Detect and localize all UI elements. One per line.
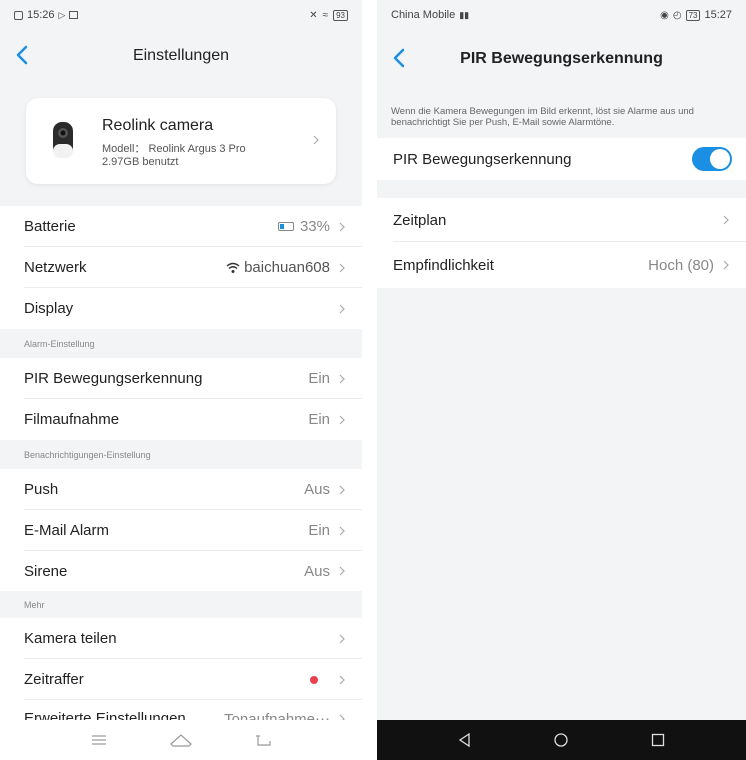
battery-value: 33% [299,218,330,235]
signal-icon: ▮▮ [459,9,470,20]
pir-toggle[interactable] [692,147,732,171]
network-value: baichuan608 [244,259,330,276]
recording-row[interactable]: Filmaufnahme Ein [0,399,362,440]
alarm-icon: ◴ [672,9,682,21]
page-title: Einstellungen [132,47,230,64]
pir-value: Ein [308,370,330,387]
chevron-right-icon [339,222,345,231]
siren-row[interactable]: Sirene Aus [0,551,362,591]
battery-row[interactable]: Batterie 33% [0,206,362,247]
email-alarm-value: Ein [308,522,330,539]
page-title: PIR Bewegungserkennung [460,50,663,67]
chevron-right-icon [339,526,345,535]
battery-label: Batterie [24,218,76,235]
sensitivity-value: Hoch (80) [648,256,714,274]
battery-icon: 73 [685,9,701,21]
pir-label: PIR Bewegungserkennung [24,370,203,387]
gallery-icon [69,11,79,19]
siren-label: Sirene [24,562,68,580]
back-icon[interactable] [10,42,36,68]
system-nav-bar [377,720,746,760]
display-label: Display [24,300,74,317]
schedule-label: Zeitplan [393,211,447,229]
display-row[interactable]: Display [0,288,362,329]
home-icon[interactable] [553,732,569,748]
chevron-right-icon [339,566,345,576]
mute-icon: ✕ [309,9,318,21]
header: PIR Bewegungserkennung [377,33,746,85]
network-label: Netzwerk [24,259,87,276]
push-value: Aus [304,481,330,498]
timelapse-row[interactable]: Zeitraffer [0,659,362,700]
chevron-right-icon [339,415,345,424]
chevron-right-icon [339,374,345,383]
battery-icon: 93 [333,9,348,21]
recording-value: Ein [308,411,330,428]
camera-icon [53,122,73,158]
pir-settings-screen: China Mobile ▮▮ ◉ ◴ 73 15:27 PIR Bewegun… [377,0,746,760]
chevron-right-icon [339,634,345,643]
push-label: Push [24,481,59,498]
camera-card[interactable]: Reolink camera Modell： Reolink Argus 3 P… [26,98,336,184]
status-bar: China Mobile ▮▮ ◉ ◴ 73 15:27 [377,0,746,30]
status-bar: 15:26 ▷ ✕ ≈ 93 [0,0,362,30]
recording-label: Filmaufnahme [24,411,120,428]
pir-description: Wenn die Kamera Bewegungen im Bild erken… [391,106,694,128]
chevron-right-icon [339,304,345,313]
back-icon[interactable] [387,45,413,71]
system-nav-bar [0,720,362,760]
schedule-row[interactable]: Zeitplan [377,198,746,242]
pir-row[interactable]: PIR Bewegungserkennung Ein [0,358,362,399]
camera-name: Reolink camera [102,117,214,134]
status-time: 15:27 [704,9,732,21]
menu-icon[interactable] [90,733,108,747]
timelapse-label: Zeitraffer [24,671,84,688]
section-title-notifications: Benachrichtigungen-Einstellung [24,450,151,460]
back-nav-icon[interactable] [254,733,272,747]
new-badge-dot [310,675,318,684]
chevron-right-icon [313,135,319,145]
sensitivity-label: Empfindlichkeit [393,256,494,274]
network-row[interactable]: Netzwerk baichuan608 [0,247,362,288]
pir-toggle-row: PIR Bewegungserkennung [377,138,746,180]
battery-level-icon [277,222,294,231]
push-row[interactable]: Push Aus [0,469,362,510]
recents-icon[interactable] [650,732,666,748]
settings-screen: 15:26 ▷ ✕ ≈ 93 Einstellungen Reolink cam… [0,0,362,760]
chevron-right-icon [723,215,729,225]
pir-toggle-label: PIR Bewegungserkennung [393,150,572,168]
header: Einstellungen [0,30,362,82]
camera-model: Modell： Reolink Argus 3 Pro [102,143,246,155]
share-camera-row[interactable]: Kamera teilen [0,618,362,659]
siren-value: Aus [304,562,330,580]
carrier-name: China Mobile [391,9,456,21]
chevron-right-icon [723,260,729,270]
chevron-right-icon [339,263,345,272]
home-icon[interactable] [169,732,193,748]
play-icon: ▷ [58,9,66,20]
share-camera-label: Kamera teilen [24,630,117,647]
screenshot-icon [14,10,23,20]
chevron-right-icon [339,675,345,684]
eye-icon: ◉ [660,9,669,21]
sensitivity-row[interactable]: Empfindlichkeit Hoch (80) [377,242,746,288]
back-nav-icon[interactable] [457,732,473,748]
camera-storage: 2.97GB benutzt [102,156,179,168]
wifi-icon: ≈ [322,9,329,21]
email-alarm-row[interactable]: E-Mail Alarm Ein [0,510,362,551]
email-alarm-label: E-Mail Alarm [24,522,110,539]
section-title-alarm: Alarm-Einstellung [24,339,95,349]
section-title-more: Mehr [24,600,45,610]
wifi-icon [226,262,240,273]
chevron-right-icon [339,485,345,494]
status-time: 15:26 [27,9,55,21]
